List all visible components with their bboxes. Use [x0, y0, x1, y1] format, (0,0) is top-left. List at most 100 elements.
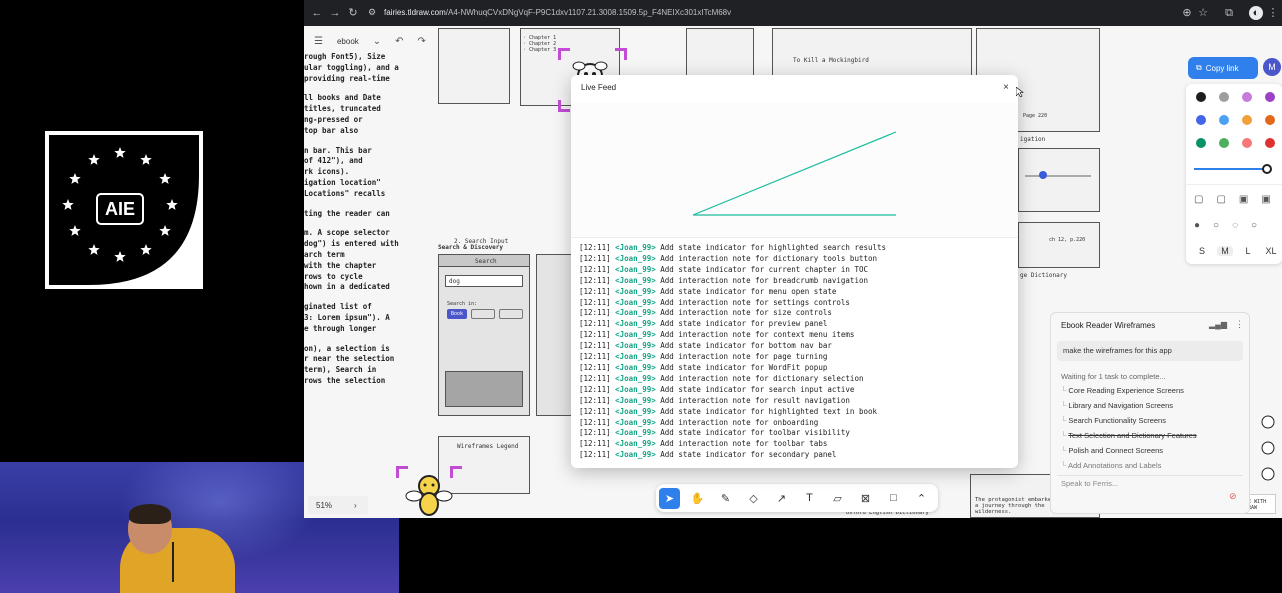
url-path: /A4-NWhuqCVxDNgVqF-P9C1dxv1107.21.3008.1…: [445, 8, 732, 17]
log-entry: [12:11] <Joan_99> Add state indicator fo…: [579, 384, 855, 394]
feed-trend-line: [692, 131, 897, 216]
hand-tool-icon[interactable]: ✋: [687, 488, 708, 509]
zoom-level: 51%: [316, 500, 333, 510]
note-line: titles, truncated: [304, 104, 381, 114]
url-domain: fairies.tldraw.com: [384, 8, 446, 17]
redo-icon[interactable]: ↷: [418, 36, 426, 47]
size-option-s[interactable]: S: [1194, 246, 1210, 256]
log-entry: [12:11] <Joan_99> Add interaction note f…: [579, 439, 828, 449]
reload-icon[interactable]: ↻: [346, 6, 360, 20]
link-icon: ⧉: [1196, 63, 1202, 72]
task-item: └ Core Reading Experience Screens: [1061, 386, 1184, 395]
note-line: ll books and Date: [304, 93, 381, 103]
page-name[interactable]: ebook: [337, 37, 359, 46]
log-entry: [12:11] <Joan_99> Add state indicator fo…: [579, 243, 887, 252]
forward-icon[interactable]: →: [328, 6, 342, 20]
fill-options[interactable]: ▢▢▣▣: [1194, 194, 1282, 205]
note-line: n bar. This bar: [304, 145, 372, 155]
size-option-m[interactable]: M: [1217, 246, 1233, 256]
color-swatch[interactable]: [1265, 92, 1275, 102]
extensions-icon[interactable]: ⧉: [1222, 6, 1236, 20]
size-option-xl[interactable]: XL: [1263, 246, 1279, 256]
results-wireframe[interactable]: [536, 254, 576, 416]
presenter-hair: [129, 504, 171, 524]
copy-link-button[interactable]: ⧉ Copy link: [1188, 57, 1258, 79]
log-entry: [12:11] <Joan_99> Add state indicator fo…: [579, 406, 878, 416]
task-item: └ Search Functionality Screens: [1061, 416, 1166, 425]
size-option-l[interactable]: L: [1240, 246, 1256, 256]
site-settings-icon[interactable]: ⚙: [368, 7, 378, 17]
zoom-icon[interactable]: ⊕: [1180, 6, 1194, 20]
note-line: igation location": [304, 178, 381, 187]
note-line: top bar also: [304, 125, 359, 135]
wireframe-frame[interactable]: [1018, 148, 1100, 212]
copy-link-label: Copy link: [1205, 63, 1239, 73]
note-line: Locations" recalls: [304, 188, 386, 198]
rectangle-tool-icon[interactable]: □: [883, 488, 904, 509]
browser-toolbar: ← → ↻ ⚙ fairies.tldraw.com/A4-NWhuqCVxDN…: [304, 0, 1282, 26]
browser-window: ← → ↻ ⚙ fairies.tldraw.com/A4-NWhuqCVxDN…: [304, 0, 1282, 518]
note-line: arch term: [304, 250, 345, 259]
logo-text: AIE: [96, 193, 144, 225]
color-swatch[interactable]: [1242, 138, 1252, 148]
color-swatch[interactable]: [1219, 115, 1229, 125]
zoom-menu[interactable]: 51% ›: [308, 496, 368, 514]
log-entry: [12:11] <Joan_99> Add interaction note f…: [579, 275, 868, 285]
color-swatch[interactable]: [1265, 138, 1275, 148]
opacity-slider-handle[interactable]: [1262, 164, 1272, 174]
main-menu-icon[interactable]: ☰: [314, 36, 323, 47]
image-tool-icon[interactable]: ⊠: [855, 488, 876, 509]
note-line: of 412"), and: [304, 156, 363, 166]
color-swatch[interactable]: [1196, 115, 1206, 125]
chat-input[interactable]: Speak to Ferris...: [1057, 475, 1243, 491]
wireframe-frame[interactable]: [686, 28, 754, 76]
signal-icon: ▂▄▆: [1209, 320, 1227, 329]
wireframe-frame[interactable]: To Kill a Mockingbird: [772, 28, 972, 80]
log-entry: [12:11] <Joan_99> Add interaction note f…: [579, 373, 864, 383]
menu-dots-icon[interactable]: ⋮: [1266, 6, 1280, 20]
chat-status: Waiting for 1 task to complete...: [1061, 372, 1166, 381]
color-swatch[interactable]: [1196, 138, 1206, 148]
dash-options[interactable]: ●○◌○: [1194, 220, 1270, 231]
task-item: └ Text Selection and Dictionary Features: [1061, 431, 1197, 440]
log-entry: [12:11] <Joan_99> Add state indicator fo…: [579, 286, 837, 296]
note-line: rows the selection: [304, 376, 386, 385]
note-line: term), Search in: [304, 365, 377, 375]
close-icon[interactable]: ×: [998, 80, 1014, 96]
bee-avatars-icon: [1261, 415, 1275, 481]
note-line: providing real-time: [304, 73, 390, 83]
style-panel: ▢▢▣▣ ●○◌○ S M L XL: [1186, 84, 1282, 264]
wireframe-frame[interactable]: ch 12, p.220: [1018, 222, 1100, 268]
color-swatch[interactable]: [1242, 115, 1252, 125]
tool-toolbar: ➤ ✋ ✎ ◇ ↗ T ▱ ⊠ □ ⌃: [656, 484, 938, 512]
color-swatch[interactable]: [1242, 92, 1252, 102]
undo-icon[interactable]: ↶: [395, 36, 403, 47]
note-line: with the chapter: [304, 260, 377, 270]
select-tool-icon[interactable]: ➤: [659, 487, 680, 509]
chevron-down-icon[interactable]: ⌄: [373, 36, 381, 47]
more-icon[interactable]: ⋮: [1235, 319, 1244, 330]
more-tools-icon[interactable]: ⌃: [911, 488, 932, 509]
live-feed-dialog: Live Feed × [12:11] <Joan_99> Add state …: [571, 75, 1018, 468]
note-line: dog") is entered with: [304, 239, 399, 249]
arrow-tool-icon[interactable]: ↗: [771, 488, 792, 509]
color-swatch[interactable]: [1219, 138, 1229, 148]
bookmark-icon[interactable]: ☆: [1196, 6, 1210, 20]
wireframe-frame[interactable]: [438, 28, 510, 104]
screen: AIE ← → ↻ ⚙ fairies.tldraw.com/A4-NWhuqC…: [0, 0, 1282, 593]
log-entry: [12:11] <Joan_99> Add state indicator fo…: [579, 341, 832, 351]
text-tool-icon[interactable]: T: [799, 488, 820, 509]
profile-icon[interactable]: ◐: [1249, 6, 1263, 20]
note-tool-icon[interactable]: ▱: [827, 488, 848, 509]
back-icon[interactable]: ←: [310, 6, 324, 20]
color-swatch[interactable]: [1265, 115, 1275, 125]
color-swatch[interactable]: [1219, 92, 1229, 102]
draw-tool-icon[interactable]: ✎: [715, 488, 736, 509]
stop-icon[interactable]: ⊘: [1229, 491, 1237, 502]
log-entry: [12:11] <Joan_99> Add interaction note f…: [579, 297, 850, 307]
search-wireframe[interactable]: Search dog Search in: Book: [438, 254, 530, 416]
address-bar[interactable]: fairies.tldraw.com/A4-NWhuqCVxDNgVqF-P9C…: [384, 8, 731, 17]
color-swatch[interactable]: [1196, 92, 1206, 102]
avatar[interactable]: M: [1263, 58, 1281, 76]
eraser-tool-icon[interactable]: ◇: [743, 488, 764, 509]
